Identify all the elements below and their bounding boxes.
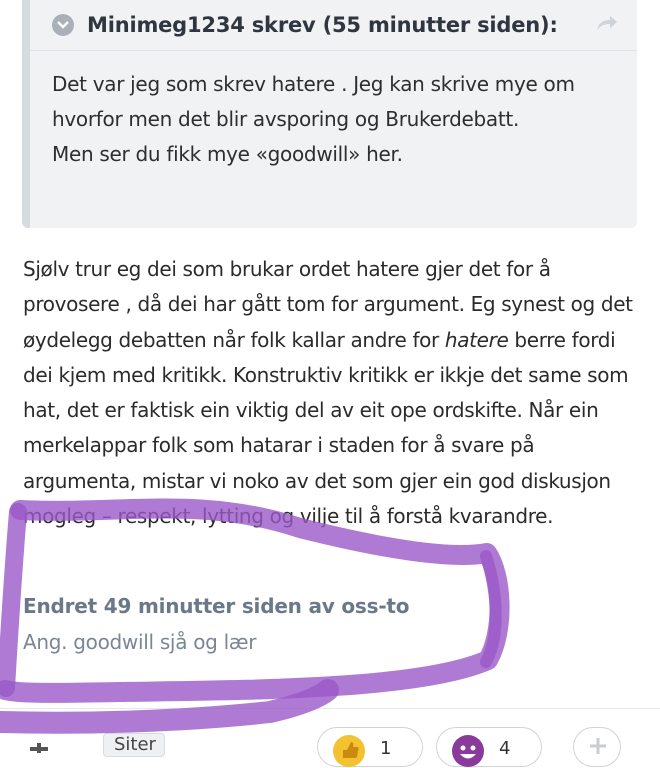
edit-reason: Ang. goodwill sjå og lær <box>23 630 257 654</box>
quote-line: hvorfor men det blir avsporing og Bruker… <box>52 107 520 131</box>
quote-block: Minimeg1234 skrev (55 minutter siden): D… <box>22 0 637 228</box>
post-paragraph: Sjølv trur eg dei som brukar ordet hater… <box>23 252 638 534</box>
quote-line: Men ser du fikk mye «goodwill» her. <box>52 142 403 166</box>
share-arrow-icon[interactable] <box>595 13 619 37</box>
add-reaction-button[interactable] <box>573 727 621 767</box>
quote-body: Det var jeg som skrev hatere . Jeg kan s… <box>30 51 637 172</box>
chevron-down-icon[interactable] <box>52 14 74 36</box>
like-reaction-button[interactable]: 1 <box>317 727 423 767</box>
plus-icon <box>590 738 606 754</box>
post-emphasis: hatere <box>444 327 509 352</box>
laugh-count: 4 <box>499 738 511 759</box>
edited-notice: Endret 49 minutter siden av oss-to <box>23 594 410 618</box>
like-count: 1 <box>380 738 392 759</box>
laugh-icon <box>452 735 484 767</box>
quote-header[interactable]: Minimeg1234 skrev (55 minutter siden): <box>30 0 637 51</box>
laugh-reaction-button[interactable]: 4 <box>436 727 542 767</box>
quote-author: Minimeg1234 skrev (55 minutter siden): <box>87 13 558 37</box>
thumbs-up-icon <box>333 735 365 767</box>
post-body: Sjølv trur eg dei som brukar ordet hater… <box>23 252 638 534</box>
post-text: berre fordi dei kjem med kritikk. Konstr… <box>23 327 629 529</box>
quote-line: Det var jeg som skrev hatere . Jeg kan s… <box>52 72 575 96</box>
cite-button[interactable]: Siter <box>103 733 165 757</box>
expand-plus-icon[interactable] <box>28 738 50 753</box>
footer-divider <box>0 708 660 709</box>
